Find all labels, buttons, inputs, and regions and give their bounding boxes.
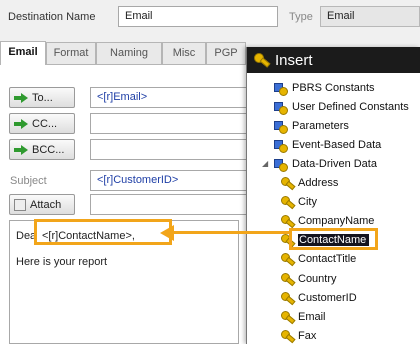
insert-popup-title: Insert	[275, 51, 313, 69]
tree-item-label: User Defined Constants	[292, 100, 409, 113]
tree-item-label: ContactTitle	[298, 253, 357, 266]
tree-item-parameters[interactable]: Parameters	[262, 116, 349, 135]
tab-naming[interactable]: Naming	[96, 42, 162, 64]
collapse-icon[interactable]: ◢	[262, 159, 270, 168]
tree-item-label: Event-Based Data	[292, 138, 382, 151]
tree-item-label: Data-Driven Data	[292, 157, 377, 170]
data-source-icon	[274, 157, 288, 172]
callout-arrowhead	[160, 225, 174, 241]
destination-name-label: Destination Name	[8, 11, 96, 23]
type-label: Type	[289, 11, 313, 23]
arrow-right-icon	[14, 144, 28, 155]
data-source-icon	[274, 119, 288, 134]
body-line-2: Here is your report	[16, 256, 108, 268]
tree-item-city[interactable]: City	[280, 193, 317, 212]
attach-button[interactable]: Attach	[9, 194, 75, 215]
key-icon	[280, 252, 294, 266]
insert-popup-header: Insert	[247, 47, 420, 73]
selected-item-highlight	[289, 228, 378, 250]
tree-item-label: CustomerID	[298, 291, 357, 304]
to-button[interactable]: To...	[9, 87, 75, 108]
subject-field[interactable]: <[r]CustomerID>	[90, 170, 250, 191]
attach-field[interactable]	[90, 194, 250, 215]
destination-name-input[interactable]: Email	[118, 6, 278, 27]
tree-item-address[interactable]: Address	[280, 174, 338, 193]
data-source-icon	[274, 138, 288, 153]
key-icon	[280, 176, 294, 190]
tree-item-label: City	[298, 196, 317, 209]
tree-item-label: Email	[298, 310, 326, 323]
data-source-icon	[274, 81, 288, 96]
arrow-right-icon	[14, 118, 28, 129]
key-icon	[280, 310, 294, 324]
type-select[interactable]: Email	[320, 6, 420, 27]
tree-item-fax[interactable]: Fax	[280, 326, 316, 344]
tree-item-label: Address	[298, 177, 339, 189]
tree-item-customerid[interactable]: CustomerID	[280, 288, 357, 307]
cc-button-label: CC...	[32, 117, 58, 130]
tree-item-label: CompanyName	[298, 215, 375, 228]
tree-item-event-based-data[interactable]: Event-Based Data	[262, 135, 381, 154]
to-field[interactable]: <[r]Email>	[90, 87, 250, 108]
tree-item-user-defined-constants[interactable]: User Defined Constants	[262, 97, 409, 116]
inserted-field-highlight	[34, 219, 172, 245]
tree-item-label: Parameters	[292, 119, 349, 132]
tree-item-label: Fax	[298, 329, 317, 342]
paperclip-icon	[14, 198, 26, 211]
key-icon	[280, 195, 294, 209]
tab-email[interactable]: Email	[0, 41, 46, 65]
callout-arrow-line	[172, 231, 292, 234]
subject-label: Subject	[10, 175, 47, 187]
cc-field[interactable]	[90, 113, 250, 134]
bcc-button-label: BCC...	[32, 143, 65, 156]
tab-format[interactable]: Format	[46, 42, 96, 64]
key-icon	[280, 291, 294, 305]
arrow-right-icon	[14, 92, 28, 103]
tree-item-contacttitle[interactable]: ContactTitle	[280, 250, 356, 269]
key-icon	[253, 52, 269, 68]
tree-item-pbrs-constants[interactable]: PBRS Constants	[262, 78, 375, 97]
attach-button-label: Attach	[30, 198, 62, 211]
tree-item-email[interactable]: Email	[280, 307, 326, 326]
bcc-button[interactable]: BCC...	[9, 139, 75, 160]
data-source-icon	[274, 100, 288, 115]
tree-item-label: Country	[298, 272, 337, 285]
bcc-field[interactable]	[90, 139, 250, 160]
tree-item-data-driven-data[interactable]: ◢ Data-Driven Data	[262, 154, 377, 173]
key-icon	[280, 214, 294, 228]
to-button-label: To...	[32, 91, 53, 104]
tab-misc[interactable]: Misc	[162, 42, 206, 64]
tree-item-label: PBRS Constants	[292, 81, 375, 94]
key-icon	[280, 272, 294, 286]
tree-item-country[interactable]: Country	[280, 269, 337, 288]
cc-button[interactable]: CC...	[9, 113, 75, 134]
key-icon	[280, 329, 294, 343]
tab-pgp[interactable]: PGP	[206, 42, 246, 64]
